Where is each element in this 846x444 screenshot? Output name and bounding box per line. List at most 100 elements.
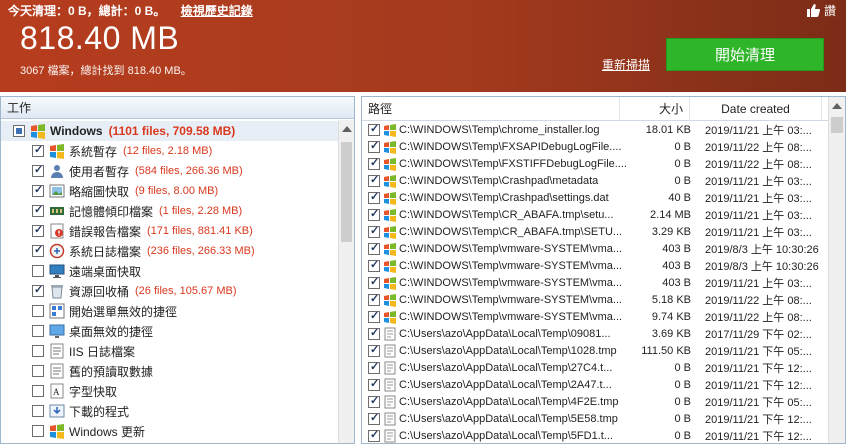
file-row[interactable]: C:\WINDOWS\Temp\vmware-SYSTEM\vma... 403 …	[362, 274, 845, 291]
file-path: C:\WINDOWS\Temp\CR_ABAFA.tmp\setu...	[399, 208, 614, 221]
task-scrollbar[interactable]	[338, 120, 354, 443]
file-checkbox[interactable]	[368, 122, 380, 136]
tree-item[interactable]: 錯誤報告檔案 (171 files, 881.41 KB)	[1, 221, 339, 241]
file-row[interactable]: C:\Users\azo\AppData\Local\Temp\2A47.t..…	[362, 376, 845, 393]
file-row[interactable]: C:\WINDOWS\Temp\CR_ABAFA.tmp\setu... 2.14…	[362, 206, 845, 223]
file-row[interactable]: C:\WINDOWS\Temp\vmware-SYSTEM\vma... 403 …	[362, 240, 845, 257]
tree-item[interactable]: 開始選單無效的捷徑	[1, 301, 339, 321]
tree-item[interactable]: IIS 日誌檔案	[1, 341, 339, 361]
column-size[interactable]: 大小	[620, 97, 690, 121]
column-path[interactable]: 路徑	[362, 97, 620, 121]
document-icon	[383, 429, 397, 443]
file-checkbox[interactable]	[368, 292, 380, 306]
file-row[interactable]: C:\WINDOWS\Temp\Crashpad\settings.dat 40 …	[362, 189, 845, 206]
file-checkbox[interactable]	[368, 190, 380, 204]
item-checkbox[interactable]	[32, 143, 44, 157]
file-size: 0 B	[674, 140, 691, 153]
rescan-link[interactable]: 重新掃描	[602, 56, 650, 73]
user-temp-icon	[49, 163, 65, 179]
item-checkbox[interactable]	[32, 425, 44, 437]
tree-item[interactable]: 資源回收桶 (26 files, 105.67 MB)	[1, 281, 339, 301]
tree-item[interactable]: 記憶體傾印檔案 (1 files, 2.28 MB)	[1, 201, 339, 221]
file-checkbox[interactable]	[368, 173, 380, 187]
svg-text:A: A	[53, 387, 60, 397]
tree-item[interactable]: 遠端桌面快取	[1, 261, 339, 281]
file-row[interactable]: C:\Users\azo\AppData\Local\Temp\1028.tmp…	[362, 342, 845, 359]
file-row[interactable]: C:\WINDOWS\Temp\chrome_installer.log 18.0…	[362, 121, 845, 138]
file-checkbox[interactable]	[368, 411, 380, 425]
file-path: C:\Users\azo\AppData\Local\Temp\5E58.tmp	[399, 412, 618, 425]
tree-item[interactable]: 下載的程式	[1, 401, 339, 421]
file-row[interactable]: C:\WINDOWS\Temp\CR_ABAFA.tmp\SETU... 3.29…	[362, 223, 845, 240]
file-date: 2017/11/29 下午 02:...	[705, 328, 812, 341]
windows-file-icon	[383, 276, 397, 290]
windows-file-icon	[383, 174, 397, 188]
file-row[interactable]: C:\Users\azo\AppData\Local\Temp\5E58.tmp…	[362, 410, 845, 427]
file-checkbox[interactable]	[368, 428, 380, 442]
column-date-created[interactable]: Date created	[690, 97, 822, 121]
item-checkbox[interactable]	[32, 325, 44, 337]
file-path: C:\WINDOWS\Temp\vmware-SYSTEM\vma...	[399, 242, 623, 255]
file-checkbox[interactable]	[368, 207, 380, 221]
scroll-up-icon[interactable]	[342, 126, 352, 132]
file-list-scrollbar[interactable]	[828, 97, 845, 443]
item-checkbox[interactable]	[32, 265, 44, 277]
item-checkbox[interactable]	[32, 223, 44, 237]
file-checkbox[interactable]	[368, 360, 380, 374]
group-checkbox[interactable]	[13, 125, 25, 137]
tree-item[interactable]: 系統暫存 (12 files, 2.18 MB)	[1, 141, 339, 161]
scroll-up-icon[interactable]	[832, 103, 842, 109]
tree-group-windows[interactable]: Windows (1101 files, 709.58 MB)	[1, 121, 339, 141]
file-row[interactable]: C:\WINDOWS\Temp\FXSAPIDebugLogFile.... 0 …	[362, 138, 845, 155]
tree-item[interactable]: A 字型快取	[1, 381, 339, 401]
file-size: 403 B	[662, 259, 691, 272]
file-row[interactable]: C:\Users\azo\AppData\Local\Temp\09081...…	[362, 325, 845, 342]
item-checkbox[interactable]	[32, 283, 44, 297]
file-row[interactable]: C:\Users\azo\AppData\Local\Temp\27C4.t..…	[362, 359, 845, 376]
file-path: C:\Users\azo\AppData\Local\Temp\09081...	[399, 327, 611, 340]
tree-item[interactable]: Windows 更新	[1, 421, 339, 441]
tree-item[interactable]: 系統日誌檔案 (236 files, 266.33 MB)	[1, 241, 339, 261]
file-checkbox[interactable]	[368, 309, 380, 323]
file-row[interactable]: C:\Users\azo\AppData\Local\Temp\5FD1.t..…	[362, 427, 845, 443]
item-checkbox[interactable]	[32, 163, 44, 177]
file-checkbox[interactable]	[368, 343, 380, 357]
tree-item[interactable]: 桌面無效的捷徑	[1, 321, 339, 341]
item-stats: (236 files, 266.33 MB)	[147, 245, 255, 257]
item-checkbox[interactable]	[32, 305, 44, 317]
file-checkbox[interactable]	[368, 241, 380, 255]
item-checkbox[interactable]	[32, 385, 44, 397]
like-button[interactable]: 讚	[806, 2, 836, 19]
file-path: C:\WINDOWS\Temp\chrome_installer.log	[399, 123, 600, 136]
item-label: Windows 更新	[69, 424, 146, 439]
item-checkbox[interactable]	[32, 405, 44, 417]
view-history-link[interactable]: 檢視歷史記錄	[181, 4, 253, 18]
file-checkbox[interactable]	[368, 156, 380, 170]
tree-item[interactable]: 使用者暫存 (584 files, 266.36 MB)	[1, 161, 339, 181]
tree-item[interactable]: 舊的預讀取數據	[1, 361, 339, 381]
file-checkbox[interactable]	[368, 275, 380, 289]
item-checkbox[interactable]	[32, 365, 44, 377]
scroll-thumb[interactable]	[831, 117, 843, 133]
file-checkbox[interactable]	[368, 377, 380, 391]
item-checkbox[interactable]	[32, 183, 44, 197]
item-checkbox[interactable]	[32, 345, 44, 357]
file-checkbox[interactable]	[368, 139, 380, 153]
start-cleanup-button[interactable]: 開始清理	[666, 38, 824, 71]
file-row[interactable]: C:\WINDOWS\Temp\vmware-SYSTEM\vma... 403 …	[362, 257, 845, 274]
file-row[interactable]: C:\WINDOWS\Temp\vmware-SYSTEM\vma... 9.74…	[362, 308, 845, 325]
item-checkbox[interactable]	[32, 243, 44, 257]
file-checkbox[interactable]	[368, 394, 380, 408]
file-row[interactable]: C:\WINDOWS\Temp\Crashpad\metadata 0 B 2019…	[362, 172, 845, 189]
file-row[interactable]: C:\WINDOWS\Temp\FXSTIFFDebugLogFile.... 0…	[362, 155, 845, 172]
file-checkbox[interactable]	[368, 224, 380, 238]
file-path: C:\WINDOWS\Temp\Crashpad\settings.dat	[399, 191, 609, 204]
task-panel-header: 工作	[1, 97, 354, 119]
tree-item[interactable]: 略縮圖快取 (9 files, 8.00 MB)	[1, 181, 339, 201]
file-checkbox[interactable]	[368, 258, 380, 272]
file-row[interactable]: C:\Users\azo\AppData\Local\Temp\4F2E.tmp…	[362, 393, 845, 410]
item-checkbox[interactable]	[32, 203, 44, 217]
scroll-thumb[interactable]	[341, 142, 352, 242]
file-row[interactable]: C:\WINDOWS\Temp\vmware-SYSTEM\vma... 5.18…	[362, 291, 845, 308]
file-checkbox[interactable]	[368, 326, 380, 340]
